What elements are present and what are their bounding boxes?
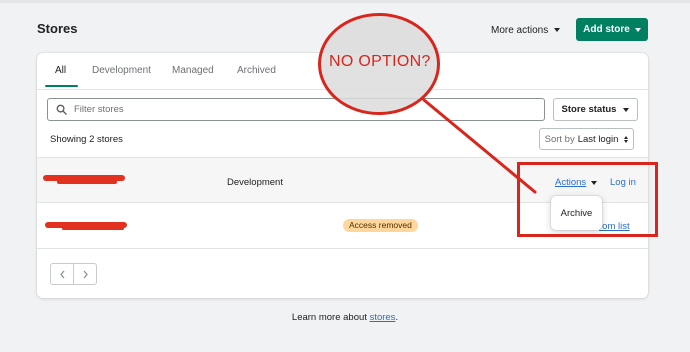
annotation-text: NO OPTION? (329, 53, 431, 70)
annotation-highlight-box (517, 162, 658, 237)
